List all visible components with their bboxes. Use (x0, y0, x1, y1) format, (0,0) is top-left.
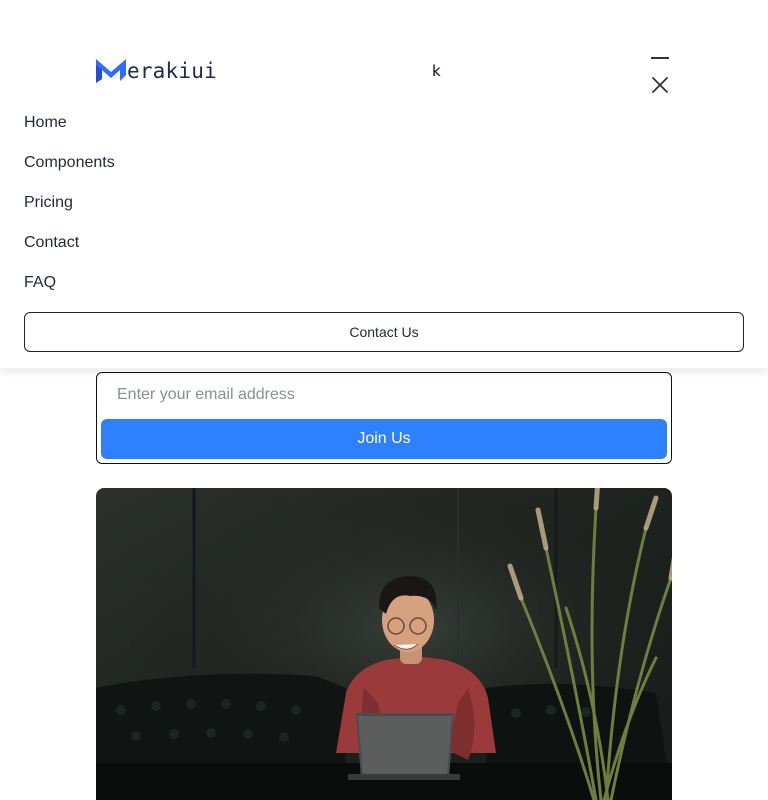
mobile-nav-panel: erakiui k Home Components Pricing Contac… (0, 0, 768, 368)
hero-image (96, 488, 672, 800)
m-logo-icon (96, 59, 126, 83)
nav-item-faq[interactable]: FAQ (24, 273, 56, 293)
nav-item-contact[interactable]: Contact (24, 233, 79, 253)
brand-logo[interactable]: erakiui (96, 59, 217, 83)
email-input[interactable] (103, 377, 665, 413)
nav-item-home[interactable]: Home (24, 113, 67, 133)
join-us-button[interactable]: Join Us (101, 419, 667, 459)
newsletter-signup-form: Join Us (96, 372, 672, 464)
menu-toggle-button[interactable] (650, 54, 670, 94)
close-icon (652, 77, 668, 93)
person-with-laptop-photo (96, 488, 672, 800)
stray-text: k (432, 62, 441, 80)
contact-us-button[interactable]: Contact Us (24, 312, 744, 352)
brand-name: erakiui (127, 59, 217, 83)
nav-item-components[interactable]: Components (24, 153, 115, 173)
nav-item-pricing[interactable]: Pricing (24, 193, 73, 213)
site-header: erakiui k (0, 0, 768, 110)
hamburger-icon (651, 57, 669, 59)
